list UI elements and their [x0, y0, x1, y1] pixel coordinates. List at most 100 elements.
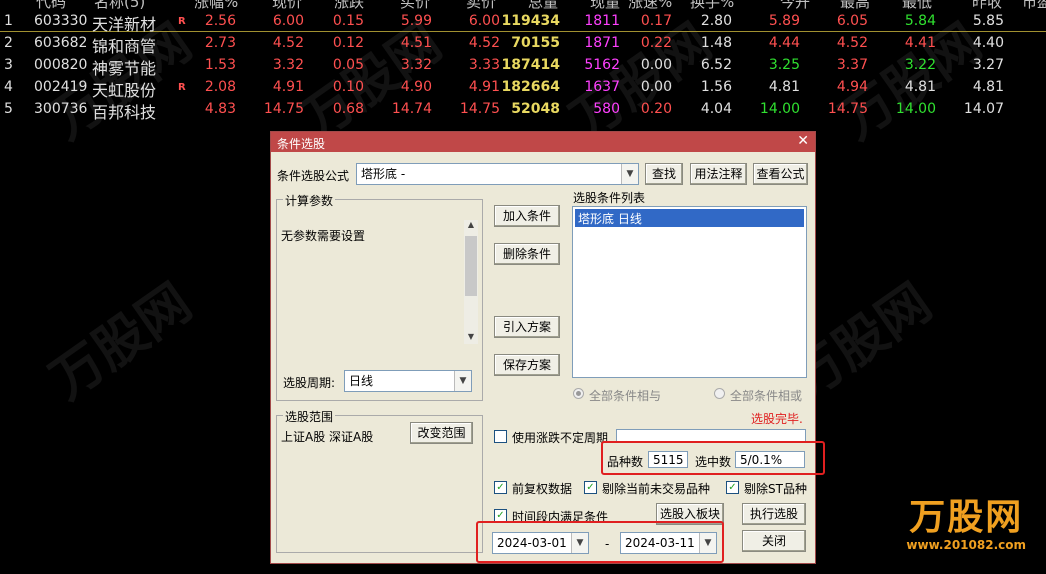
col-header[interactable]: 代码 — [36, 0, 66, 9]
cell-prev: 4.40 — [972, 35, 1004, 51]
cell-buy: 4.90 — [400, 79, 432, 95]
table-row[interactable]: 5 300736 百邦科技 4.83 14.75 0.68 14.74 14.75 52048 5… — [0, 98, 1046, 122]
close-icon[interactable]: ✕ — [797, 133, 809, 149]
add-condition-button[interactable]: 加入条件 — [494, 205, 560, 227]
cell-prev: 3.27 — [972, 57, 1004, 73]
cell-diff: 0.05 — [332, 57, 364, 73]
table-header: 代码 名称(5) 涨幅% 现价 涨跌 买价 卖价 总量 现量 涨速% 换手% 今… — [0, 0, 1046, 9]
col-header[interactable]: 今开 — [780, 0, 810, 9]
col-header[interactable]: 现价 — [272, 0, 302, 9]
dialog-titlebar[interactable]: 条件选股 ✕ — [271, 132, 815, 152]
cell-buy: 5.99 — [400, 13, 432, 29]
col-header[interactable]: 最低 — [902, 0, 932, 9]
forward-adjust-label: 前复权数据 — [512, 482, 573, 496]
cell-cur: 1871 — [584, 35, 620, 51]
import-plan-button[interactable]: 引入方案 — [494, 316, 560, 338]
change-range-button[interactable]: 改变范围 — [410, 422, 473, 444]
radio-or[interactable] — [714, 388, 725, 399]
cell-idx: 4 — [4, 79, 13, 95]
cell-diff: 0.15 — [332, 13, 364, 29]
cell-open: 14.00 — [759, 101, 800, 117]
cell-spd: 0.22 — [640, 35, 672, 51]
range-text: 上证A股 深证A股 — [281, 430, 374, 444]
cell-cur: 1637 — [584, 79, 620, 95]
col-header[interactable]: 换手% — [690, 0, 734, 9]
view-formula-button[interactable]: 查看公式 — [753, 163, 808, 185]
cell-high: 3.37 — [836, 57, 868, 73]
table-row[interactable]: 2 603682 锦和商管 2.73 4.52 0.12 4.51 4.52 70155 1871… — [0, 32, 1046, 56]
exclude-st-checkbox[interactable]: ✓ — [726, 481, 739, 494]
stock-screener-dialog: 条件选股 ✕ 条件选股公式 塔形底 - ▼ 查找 用法注释 查看公式 计算参数 … — [270, 131, 825, 564]
cell-sell: 4.52 — [468, 35, 500, 51]
cell-turn: 6.52 — [700, 57, 732, 73]
col-header[interactable]: 市盈 — [1022, 0, 1046, 9]
find-button[interactable]: 查找 — [645, 163, 683, 185]
cell-diff: 0.12 — [332, 35, 364, 51]
col-header[interactable]: 涨速% — [628, 0, 672, 9]
forward-adjust-checkbox[interactable]: ✓ — [494, 481, 507, 494]
cell-price: 6.00 — [272, 13, 304, 29]
cell-idx: 1 — [4, 13, 13, 29]
cell-turn: 2.80 — [700, 13, 732, 29]
cell-low: 14.00 — [895, 101, 936, 117]
cell-high: 4.52 — [836, 35, 868, 51]
chevron-down-icon[interactable]: ▼ — [454, 371, 471, 391]
chevron-down-icon[interactable]: ▼ — [621, 164, 638, 184]
params-text: 无参数需要设置 — [281, 229, 366, 243]
exclude-untraded-label: 剔除当前未交易品种 — [602, 482, 711, 496]
cell-prev: 14.07 — [963, 101, 1004, 117]
col-header[interactable]: 买价 — [400, 0, 430, 9]
col-header[interactable]: 昨收 — [972, 0, 1002, 9]
cell-price: 14.75 — [263, 101, 304, 117]
table-row[interactable]: 4 002419 天虹股份 R 2.08 4.91 0.10 4.90 4.91 182664 16… — [0, 76, 1046, 100]
col-header[interactable]: 现量 — [590, 0, 620, 9]
condition-list[interactable]: 塔形底 日线 — [572, 206, 807, 378]
cell-idx: 2 — [4, 35, 13, 51]
cell-chg: 4.83 — [204, 101, 236, 117]
range-group: 选股范围 上证A股 深证A股 改变范围 — [276, 408, 483, 553]
save-plan-button[interactable]: 保存方案 — [494, 354, 560, 376]
col-header[interactable]: 名称(5) — [94, 0, 145, 9]
cell-spd: 0.00 — [640, 57, 672, 73]
cell-code: 603330 — [34, 13, 88, 29]
exclude-st-label: 剔除ST品种 — [744, 482, 807, 496]
params-scrollbar[interactable]: ▲ ▼ — [464, 220, 478, 344]
highlight-box — [601, 441, 825, 475]
delete-condition-button[interactable]: 删除条件 — [494, 243, 560, 265]
exclude-untraded-checkbox[interactable]: ✓ — [584, 481, 597, 494]
radio-or-label: 全部条件相或 — [730, 389, 803, 403]
cell-name: 百邦科技 — [92, 103, 157, 122]
cell-code: 603682 — [34, 35, 88, 51]
table-row[interactable]: 3 000820 神雾节能 1.53 3.32 0.05 3.32 3.33 187414 516… — [0, 54, 1046, 78]
col-header[interactable]: 最高 — [840, 0, 870, 9]
cell-spd: 0.17 — [640, 13, 672, 29]
formula-label: 条件选股公式 — [277, 169, 350, 183]
close-button[interactable]: 关闭 — [742, 530, 806, 552]
cell-cur: 1811 — [584, 13, 620, 29]
col-header[interactable]: 总量 — [528, 0, 558, 9]
watermark: 万股网 — [40, 272, 203, 412]
cell-chg: 2.56 — [204, 13, 236, 29]
cell-spd: 0.20 — [640, 101, 672, 117]
col-header[interactable]: 涨跌 — [334, 0, 364, 9]
cell-vol: 52048 — [511, 101, 560, 117]
period-select[interactable]: 日线 ▼ — [344, 370, 472, 392]
scroll-down-icon[interactable]: ▼ — [464, 332, 478, 344]
col-header[interactable]: 涨幅% — [194, 0, 238, 9]
usage-button[interactable]: 用法注释 — [690, 163, 747, 185]
use-period-checkbox[interactable] — [494, 430, 507, 443]
col-header[interactable]: 卖价 — [466, 0, 496, 9]
list-item[interactable]: 塔形底 日线 — [575, 209, 804, 227]
execute-button[interactable]: 执行选股 — [742, 503, 806, 525]
site-logo: 万股网 www.201082.com — [906, 498, 1026, 553]
cell-code: 000820 — [34, 57, 88, 73]
cell-low: 4.41 — [904, 35, 936, 51]
scroll-up-icon[interactable]: ▲ — [464, 220, 478, 232]
formula-select[interactable]: 塔形底 - ▼ — [356, 163, 639, 185]
range-title: 选股范围 — [283, 408, 336, 425]
radio-and[interactable] — [573, 388, 584, 399]
cell-idx: 5 — [4, 101, 13, 117]
table-row[interactable]: 1 603330 天洋新材 R 2.56 6.00 0.15 5.99 6.00 119434 18… — [0, 10, 1046, 34]
cell-sell: 3.33 — [468, 57, 500, 73]
scroll-thumb[interactable] — [465, 236, 477, 296]
